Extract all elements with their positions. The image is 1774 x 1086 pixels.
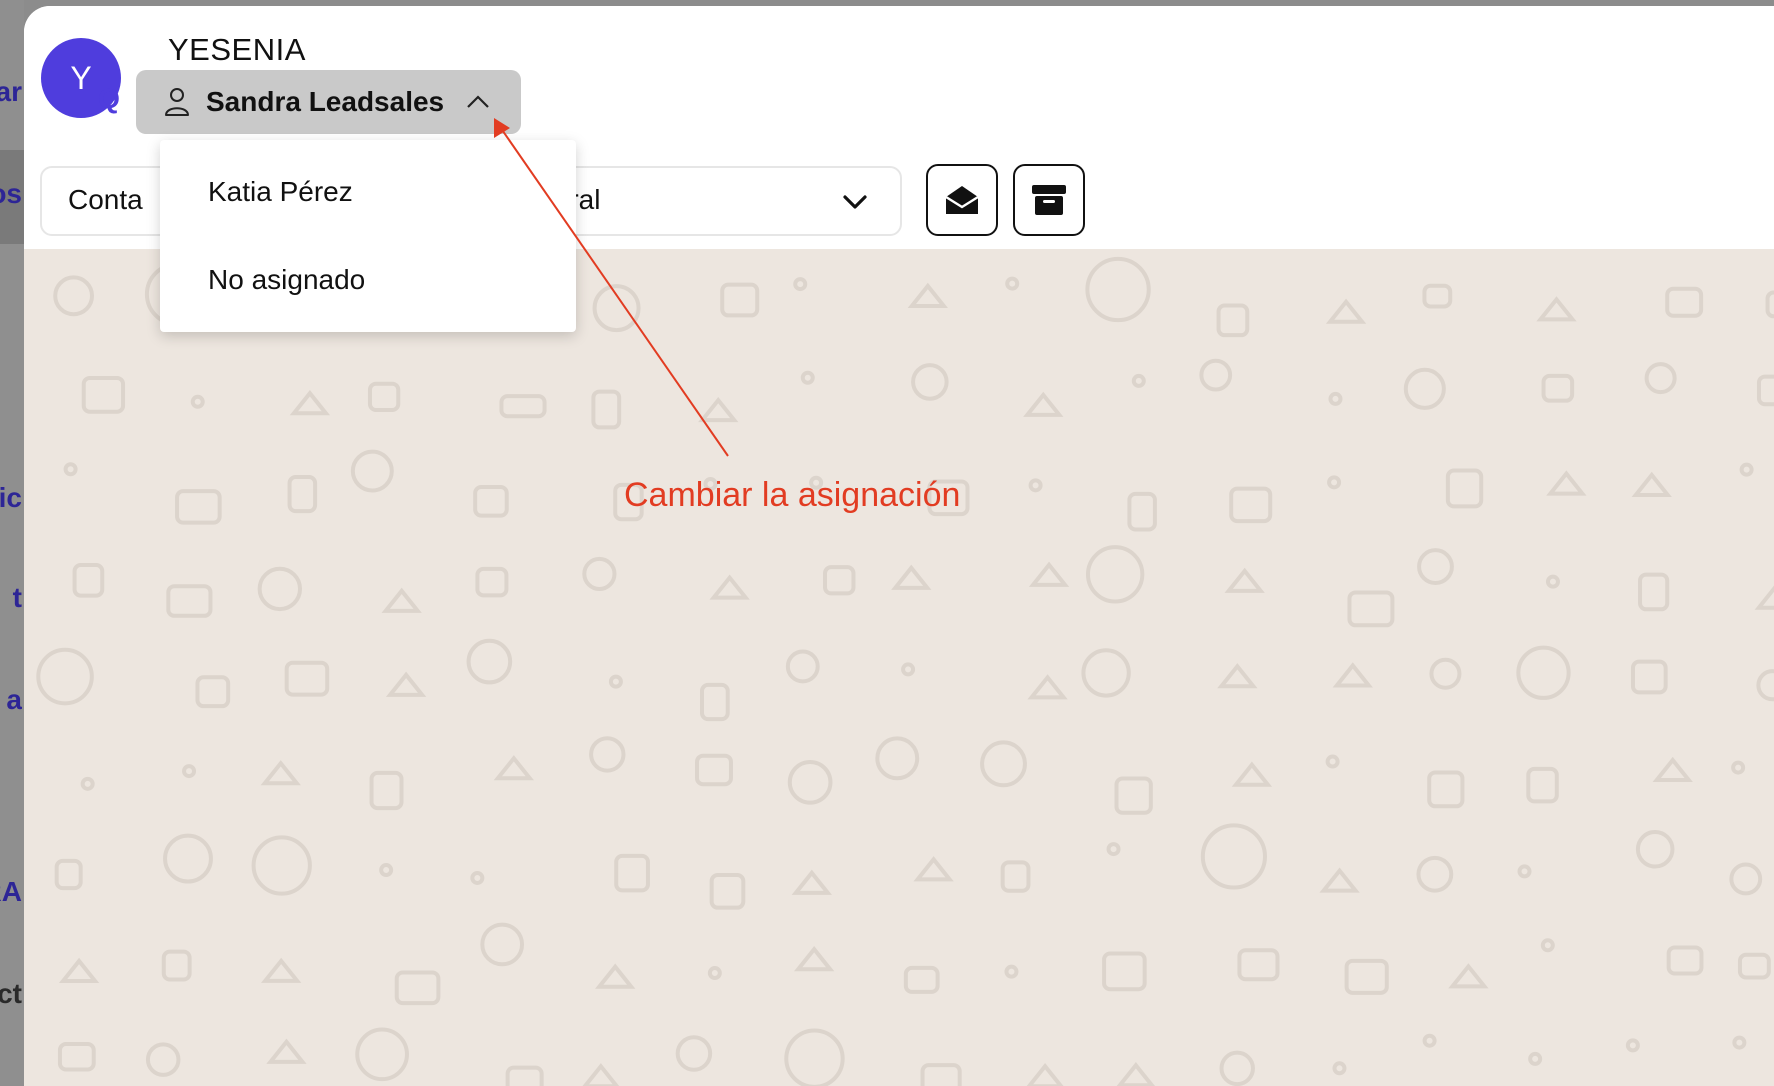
- background-sidebar-fragment: ar: [0, 76, 22, 107]
- annotation-arrow: [494, 118, 729, 457]
- background-sidebar-fragment: a: [6, 684, 22, 715]
- background-sidebar-fragment: t: [12, 582, 22, 613]
- background-sidebar-fragment: RA: [0, 876, 22, 907]
- annotation-label: Cambiar la asignación: [624, 476, 961, 514]
- background-sidebar-fragment: os: [0, 178, 22, 209]
- background-sidebar-fragment: ric: [0, 482, 22, 513]
- background-sidebar: ar os ric t a RA ct: [0, 0, 24, 1086]
- background-sidebar-fragment: ct: [0, 978, 22, 1009]
- chat-panel: Y Q YESENIA Sandra Leadsales Conta utral: [24, 6, 1774, 1086]
